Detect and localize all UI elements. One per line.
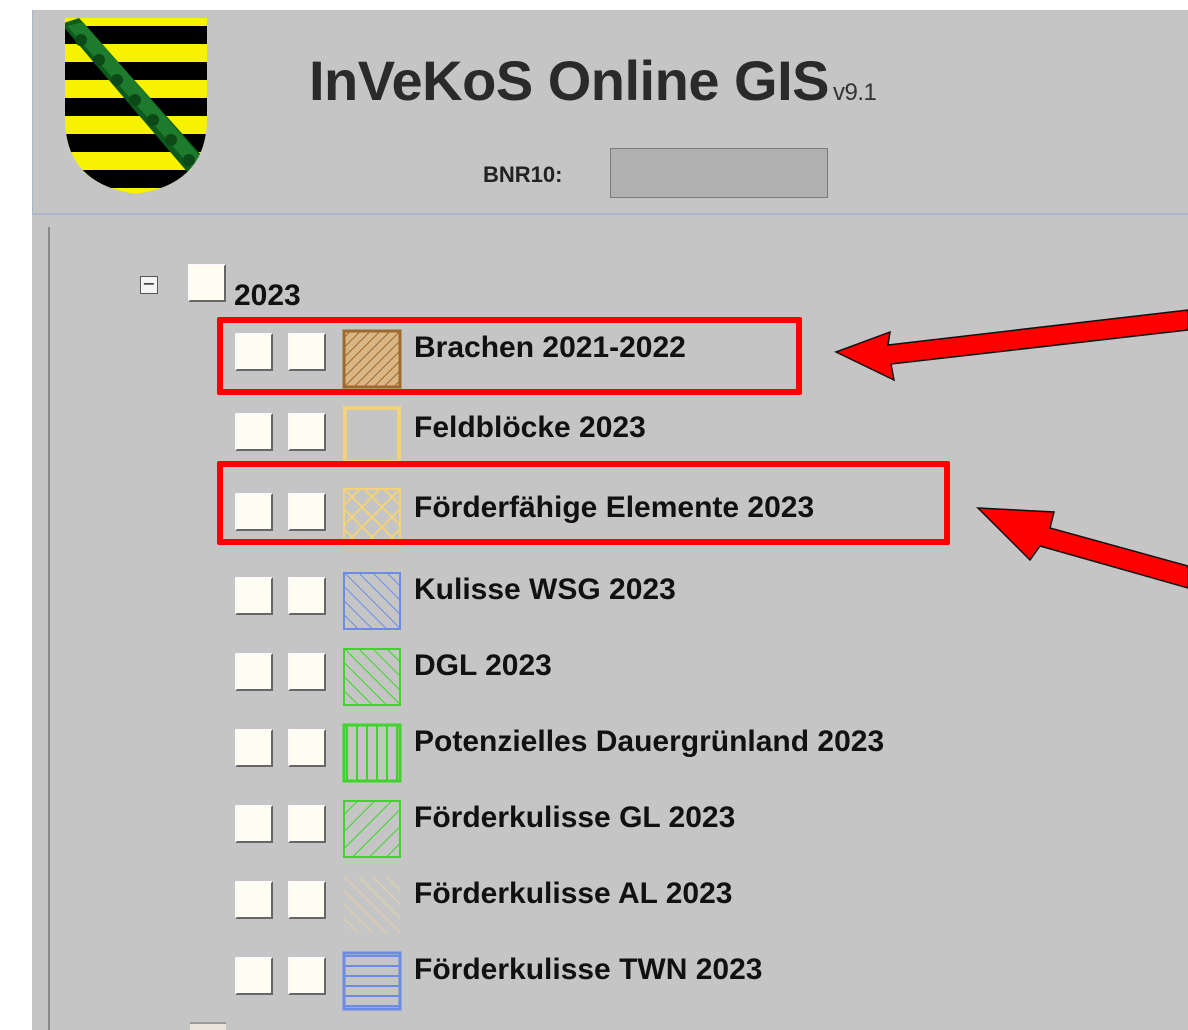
layer-label: DGL 2023	[414, 649, 552, 682]
layer-select-checkbox[interactable]	[288, 413, 326, 451]
app-title-text: InVeKoS Online GIS	[309, 49, 830, 112]
green-hatch-legend-icon	[343, 648, 401, 706]
layer-visible-checkbox[interactable]	[235, 881, 273, 919]
header: InVeKoS Online GIS v9.1 BNR10:	[32, 10, 1188, 215]
layer-visible-checkbox[interactable]	[235, 729, 273, 767]
layer-visible-checkbox[interactable]	[235, 805, 273, 843]
layer-label: Förderkulisse TWN 2023	[414, 953, 763, 986]
left-strip	[0, 0, 32, 1030]
blue-horizontal-lines-legend-icon	[342, 951, 402, 1011]
green-vertical-lines-legend-icon	[342, 723, 402, 783]
layer-label: Förderkulisse AL 2023	[414, 877, 733, 910]
app-version: v9.1	[833, 79, 877, 106]
blue-hatch-legend-icon	[343, 572, 401, 630]
coat-of-arms-saxony-icon	[65, 18, 207, 194]
highlight-box-foerderfaehige-elemente	[217, 461, 950, 545]
app-window: InVeKoS Online GIS v9.1 BNR10: − 2023 Bra…	[0, 0, 1188, 1030]
layer-visible-checkbox[interactable]	[235, 957, 273, 995]
green-back-hatch-legend-icon	[343, 800, 401, 858]
layer-select-checkbox[interactable]	[288, 805, 326, 843]
layer-visible-checkbox[interactable]	[235, 577, 273, 615]
bnr-label: BNR10:	[483, 162, 563, 187]
layer-tree-panel: − 2023 Brachen 2021-2022 Feldblöcke 2023	[32, 215, 1188, 1030]
layer-select-checkbox[interactable]	[288, 653, 326, 691]
layer-select-checkbox[interactable]	[288, 729, 326, 767]
layer-select-checkbox[interactable]	[288, 957, 326, 995]
yellow-outline-legend-icon	[343, 406, 401, 464]
layer-label: Potenzielles Dauergrünland 2023	[414, 725, 885, 758]
layer-select-checkbox[interactable]	[288, 577, 326, 615]
layer-row-potenzielles-dauergruenland: Potenzielles Dauergrünland 2023	[32, 701, 1188, 783]
app-title: InVeKoS Online GIS v9.1	[309, 48, 877, 113]
minus-box-icon[interactable]: −	[140, 276, 158, 294]
layer-row-foerderkulisse-twn: Förderkulisse TWN 2023	[32, 929, 1188, 1011]
highlight-box-brachen	[217, 317, 802, 395]
layer-label: Kulisse WSG 2023	[414, 573, 676, 606]
layer-row-foerderkulisse-al: Förderkulisse AL 2023	[32, 853, 1188, 933]
layer-label: Förderkulisse GL 2023	[414, 801, 736, 834]
tan-hatch-legend-icon	[344, 877, 400, 933]
layer-visible-checkbox[interactable]	[235, 653, 273, 691]
group-label-2023: 2023	[234, 279, 301, 312]
layer-row-foerderkulisse-gl: Förderkulisse GL 2023	[32, 777, 1188, 858]
layer-row-kulisse-wsg: Kulisse WSG 2023	[32, 549, 1188, 630]
layer-label: Feldblöcke 2023	[414, 411, 646, 444]
bnr-input[interactable]	[610, 148, 828, 198]
group-checkbox-2023[interactable]	[188, 264, 226, 302]
layer-visible-checkbox[interactable]	[235, 413, 273, 451]
layer-select-checkbox[interactable]	[288, 881, 326, 919]
layer-row-dgl: DGL 2023	[32, 625, 1188, 706]
next-group-checkbox[interactable]	[190, 1022, 226, 1030]
